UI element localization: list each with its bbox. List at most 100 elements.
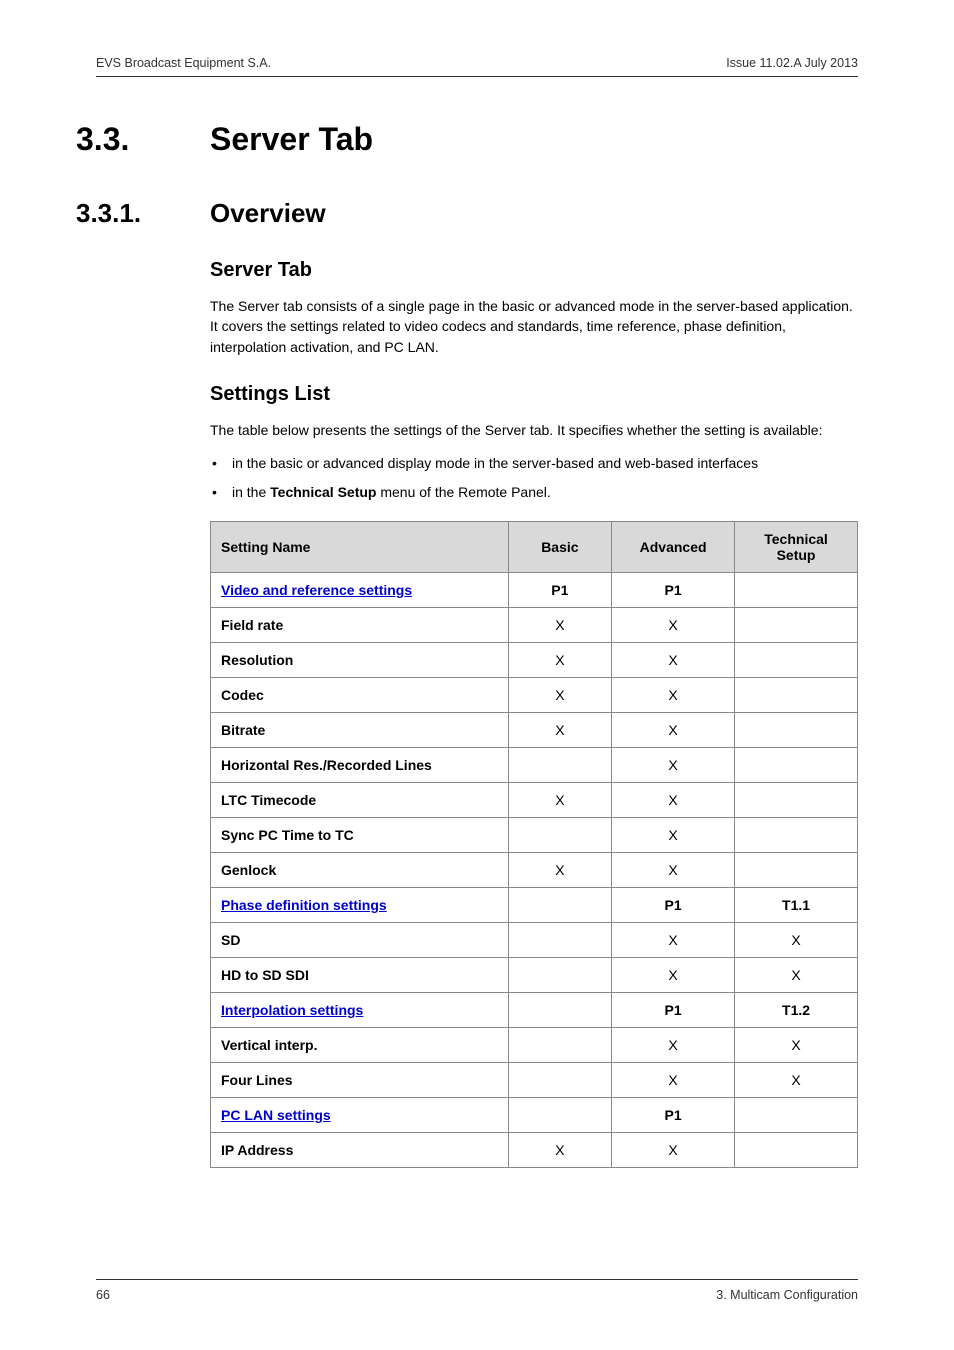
technical-setup-cell (735, 852, 858, 887)
table-row: Phase definition settings P1T1.1 (211, 887, 858, 922)
technical-setup-cell: X (735, 1062, 858, 1097)
table-row: Horizontal Res./Recorded Lines X (211, 747, 858, 782)
setting-name-cell: Four Lines (211, 1062, 509, 1097)
section2-para: The table below presents the settings of… (210, 420, 858, 440)
advanced-cell: P1 (612, 992, 735, 1027)
basic-cell: P1 (508, 572, 612, 607)
technical-setup-cell: X (735, 1027, 858, 1062)
setting-name-cell: PC LAN settings (211, 1097, 509, 1132)
basic-cell (508, 992, 612, 1027)
technical-setup-cell: X (735, 922, 858, 957)
footer-rule (96, 1279, 858, 1280)
technical-setup-cell: T1.1 (735, 887, 858, 922)
setting-link[interactable]: Phase definition settings (221, 897, 387, 913)
advanced-cell: X (612, 1132, 735, 1167)
advanced-cell: X (612, 712, 735, 747)
header-rule (96, 76, 858, 77)
setting-name-cell: LTC Timecode (211, 782, 509, 817)
table-row: Video and reference settings P1P1 (211, 572, 858, 607)
setting-name-cell: Video and reference settings (211, 572, 509, 607)
basic-cell: X (508, 712, 612, 747)
basic-cell: X (508, 642, 612, 677)
technical-setup-cell (735, 1097, 858, 1132)
advanced-cell: X (612, 1062, 735, 1097)
header-left: EVS Broadcast Equipment S.A. (96, 56, 271, 70)
advanced-cell: X (612, 607, 735, 642)
technical-setup-cell (735, 642, 858, 677)
advanced-cell: X (612, 1027, 735, 1062)
bullet2-prefix: in the (232, 484, 270, 500)
table-header: Basic (508, 521, 612, 572)
table-row: CodecXX (211, 677, 858, 712)
technical-setup-cell (735, 747, 858, 782)
table-row: LTC TimecodeXX (211, 782, 858, 817)
advanced-cell: X (612, 642, 735, 677)
table-row: SD XX (211, 922, 858, 957)
section1-heading: Server Tab (210, 259, 858, 282)
bullet2-bold: Technical Setup (270, 484, 376, 500)
basic-cell: X (508, 1132, 612, 1167)
header-right: Issue 11.02.A July 2013 (726, 56, 858, 70)
advanced-cell: X (612, 957, 735, 992)
basic-cell (508, 1027, 612, 1062)
advanced-cell: P1 (612, 572, 735, 607)
technical-setup-cell (735, 572, 858, 607)
table-row: Sync PC Time to TC X (211, 817, 858, 852)
basic-cell (508, 747, 612, 782)
basic-cell (508, 887, 612, 922)
advanced-cell: P1 (612, 887, 735, 922)
setting-link[interactable]: Interpolation settings (221, 1002, 363, 1018)
technical-setup-cell (735, 712, 858, 747)
h2-number: 3.3.1. (76, 198, 210, 229)
table-row: GenlockXX (211, 852, 858, 887)
table-row: ResolutionXX (211, 642, 858, 677)
setting-link[interactable]: PC LAN settings (221, 1107, 331, 1123)
h2-title: Overview (210, 198, 326, 229)
setting-name-cell: SD (211, 922, 509, 957)
basic-cell: X (508, 782, 612, 817)
basic-cell: X (508, 677, 612, 712)
page-number: 66 (96, 1288, 110, 1302)
table-row: BitrateXX (211, 712, 858, 747)
bullet-item: in the Technical Setup menu of the Remot… (210, 481, 858, 503)
technical-setup-cell: X (735, 957, 858, 992)
advanced-cell: X (612, 782, 735, 817)
setting-name-cell: HD to SD SDI (211, 957, 509, 992)
advanced-cell: X (612, 852, 735, 887)
technical-setup-cell: T1.2 (735, 992, 858, 1027)
setting-name-cell: Sync PC Time to TC (211, 817, 509, 852)
section1-para: The Server tab consists of a single page… (210, 296, 858, 357)
basic-cell (508, 1062, 612, 1097)
setting-name-cell: Genlock (211, 852, 509, 887)
table-row: Field rateXX (211, 607, 858, 642)
table-row: Interpolation settings P1T1.2 (211, 992, 858, 1027)
technical-setup-cell (735, 782, 858, 817)
technical-setup-cell (735, 817, 858, 852)
footer-section: 3. Multicam Configuration (716, 1288, 858, 1302)
h1-number: 3.3. (76, 121, 210, 158)
setting-name-cell: Codec (211, 677, 509, 712)
table-row: IP AddressXX (211, 1132, 858, 1167)
basic-cell (508, 922, 612, 957)
setting-name-cell: Field rate (211, 607, 509, 642)
technical-setup-cell (735, 677, 858, 712)
h1-title: Server Tab (210, 121, 373, 158)
table-row: HD to SD SDI XX (211, 957, 858, 992)
table-header: Technical Setup (735, 521, 858, 572)
basic-cell: X (508, 607, 612, 642)
setting-name-cell: Horizontal Res./Recorded Lines (211, 747, 509, 782)
table-header: Advanced (612, 521, 735, 572)
advanced-cell: X (612, 922, 735, 957)
setting-name-cell: Interpolation settings (211, 992, 509, 1027)
setting-link[interactable]: Video and reference settings (221, 582, 412, 598)
basic-cell (508, 957, 612, 992)
basic-cell (508, 817, 612, 852)
settings-table: Setting Name Basic Advanced Technical Se… (210, 521, 858, 1168)
setting-name-cell: Bitrate (211, 712, 509, 747)
setting-name-cell: Vertical interp. (211, 1027, 509, 1062)
setting-name-cell: IP Address (211, 1132, 509, 1167)
basic-cell (508, 1097, 612, 1132)
advanced-cell: X (612, 677, 735, 712)
advanced-cell: X (612, 817, 735, 852)
advanced-cell: X (612, 747, 735, 782)
